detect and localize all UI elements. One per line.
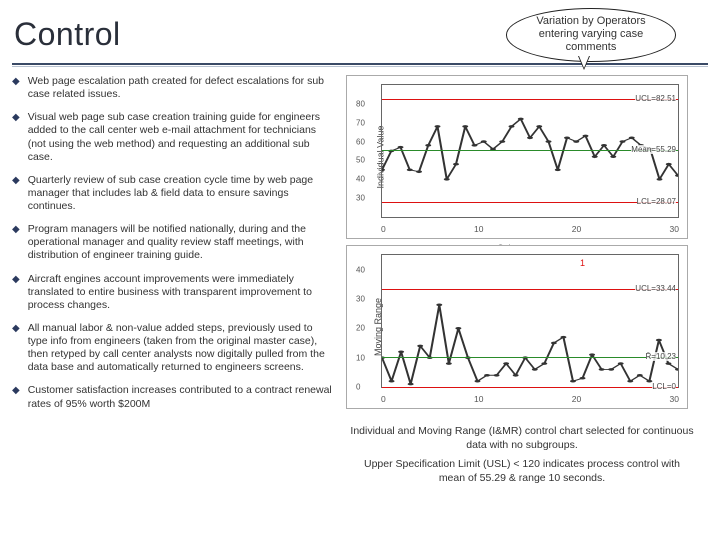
chart-column: Individual Value UCL=82.51Mean=55.29LCL=… [346,75,696,492]
bullet-marker: ◆ [12,274,20,312]
bullet-item: ◆Aircraft engines account improvements w… [12,273,332,312]
bullet-marker: ◆ [12,76,20,101]
callout-pointer [578,56,590,70]
bullet-text: Web page escalation path created for def… [28,75,332,101]
bullet-marker: ◆ [12,175,20,213]
bullet-text: Customer satisfaction increases contribu… [28,384,332,410]
caption-line: Upper Specification Limit (USL) < 120 in… [350,458,694,485]
individuals-chart: Individual Value UCL=82.51Mean=55.29LCL=… [346,75,688,239]
bullet-marker: ◆ [12,112,20,164]
bullet-marker: ◆ [12,224,20,262]
divider [12,63,708,65]
x-axis-ticks: 0102030 [381,394,679,404]
plot-area: UCL=33.44R̄=10.23LCL=00102030401 [381,254,679,388]
bullet-text: Aircraft engines account improvements we… [28,273,332,312]
content-row: ◆ Web page escalation path created for de… [0,67,720,502]
bullet-item: ◆Program managers will be notified natio… [12,223,332,262]
callout-bubble: Variation by Operators entering varying … [506,8,676,62]
plot-area: UCL=82.51Mean=55.29LCL=28.07304050607080 [381,84,679,218]
bullet-item: ◆All manual labor & non-value added step… [12,322,332,375]
bullet-text: Visual web page sub case creation traini… [28,111,332,164]
bullet-text: All manual labor & non-value added steps… [28,322,332,375]
bullet-item: ◆ Customer satisfaction increases contrib… [12,384,332,410]
bullet-text: Program managers will be notified nation… [28,223,332,262]
bullet-item: ◆Visual web page sub case creation train… [12,111,332,164]
bullet-text: Quarterly review of sub case creation cy… [28,174,332,213]
caption-line: Individual and Moving Range (I&MR) contr… [350,425,694,452]
x-axis-ticks: 0102030 [381,224,679,234]
moving-range-chart: Moving Range UCL=33.44R̄=10.23LCL=001020… [346,245,688,409]
chart-captions: Individual and Moving Range (I&MR) contr… [346,415,696,486]
bullet-item: ◆ Web page escalation path created for de… [12,75,332,101]
callout-text: Variation by Operators entering varying … [536,15,645,53]
bullet-item: ◆Quarterly review of sub case creation c… [12,174,332,213]
bullet-marker: ◆ [12,323,20,375]
chart-series [382,255,678,387]
bullet-marker: ◆ [12,385,20,410]
bullet-column: ◆ Web page escalation path created for de… [12,75,332,492]
bullet-list: ◆ Web page escalation path created for de… [12,75,332,411]
